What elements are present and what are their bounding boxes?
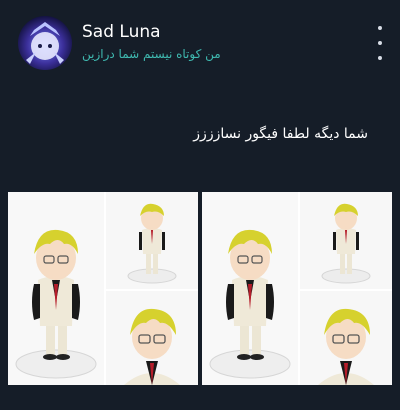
user-bio-tag: من کوتاه نیستم شما درازین — [82, 47, 221, 61]
post-text: شما دیگه لطفا فیگور نسازززز — [193, 126, 368, 142]
figure-small-photo — [300, 192, 392, 289]
post-image-2[interactable] — [202, 192, 392, 385]
user-avatar[interactable] — [18, 16, 72, 70]
menu-dot — [378, 26, 382, 30]
more-vertical-icon[interactable] — [374, 26, 386, 60]
menu-dot — [378, 56, 382, 60]
avatar-image — [26, 22, 64, 64]
figure-small-photo — [106, 192, 198, 289]
figure-closeup-photo — [106, 291, 198, 385]
menu-dot — [378, 41, 382, 45]
figure-closeup-photo — [300, 291, 392, 385]
figure-full-photo — [202, 192, 298, 385]
user-display-name[interactable]: Sad Luna — [82, 22, 161, 42]
post-image-1[interactable] — [8, 192, 198, 385]
figure-full-photo — [8, 192, 104, 385]
